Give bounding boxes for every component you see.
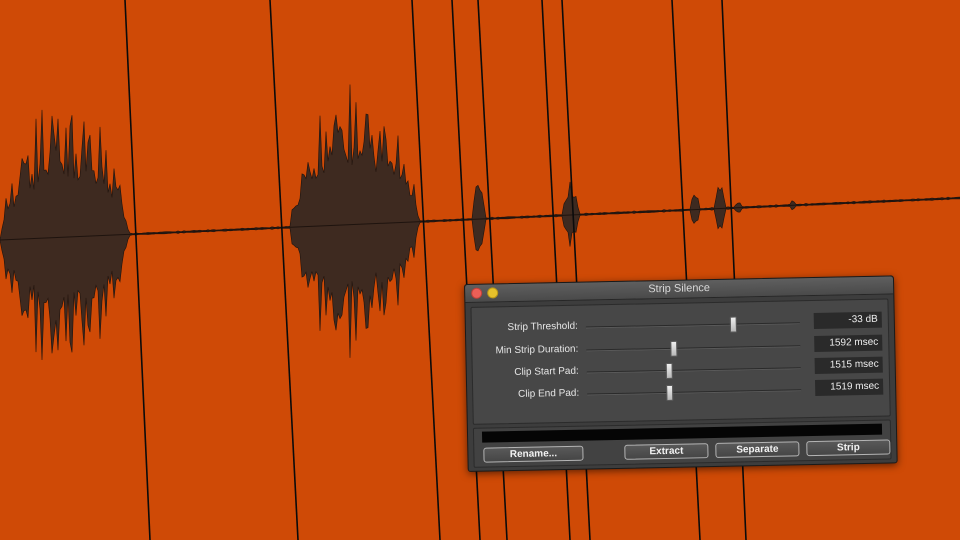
clip-end-pad-slider[interactable] [587, 389, 802, 396]
min-strip-duration-slider-thumb[interactable] [669, 340, 678, 357]
clip-start-pad-slider-thumb[interactable] [665, 362, 674, 379]
clip-end-pad-value[interactable]: 1519 msec [814, 378, 884, 396]
min-strip-duration-slider[interactable] [586, 345, 801, 352]
extract-button[interactable]: Extract [624, 443, 709, 460]
strip-silence-dialog: Strip Silence Strip Threshold: -33 dB Mi… [464, 275, 898, 472]
min-strip-duration-label: Min Strip Duration: [495, 343, 579, 357]
clip-start-pad-value[interactable]: 1515 msec [814, 356, 883, 374]
strip-threshold-slider-thumb[interactable] [729, 316, 737, 333]
clip-end-pad-slider-thumb[interactable] [666, 384, 674, 401]
strip-threshold-label: Strip Threshold: [507, 320, 578, 334]
clip-start-pad-slider[interactable] [586, 367, 801, 374]
clip-start-pad-label: Clip Start Pad: [514, 365, 579, 379]
settings-panel: Strip Threshold: -33 dB Min Strip Durati… [470, 298, 891, 425]
min-strip-duration-value[interactable]: 1592 msec [814, 334, 883, 352]
rename-button[interactable]: Rename... [483, 445, 584, 463]
separate-button[interactable]: Separate [715, 441, 800, 458]
progress-bar [481, 423, 883, 443]
strip-button[interactable]: Strip [806, 439, 891, 457]
strip-threshold-slider[interactable] [585, 322, 800, 329]
clip-end-pad-label: Clip End Pad: [517, 387, 580, 400]
strip-threshold-value[interactable]: -33 dB [813, 311, 882, 329]
action-area: Rename... Extract Separate Strip [472, 419, 892, 468]
